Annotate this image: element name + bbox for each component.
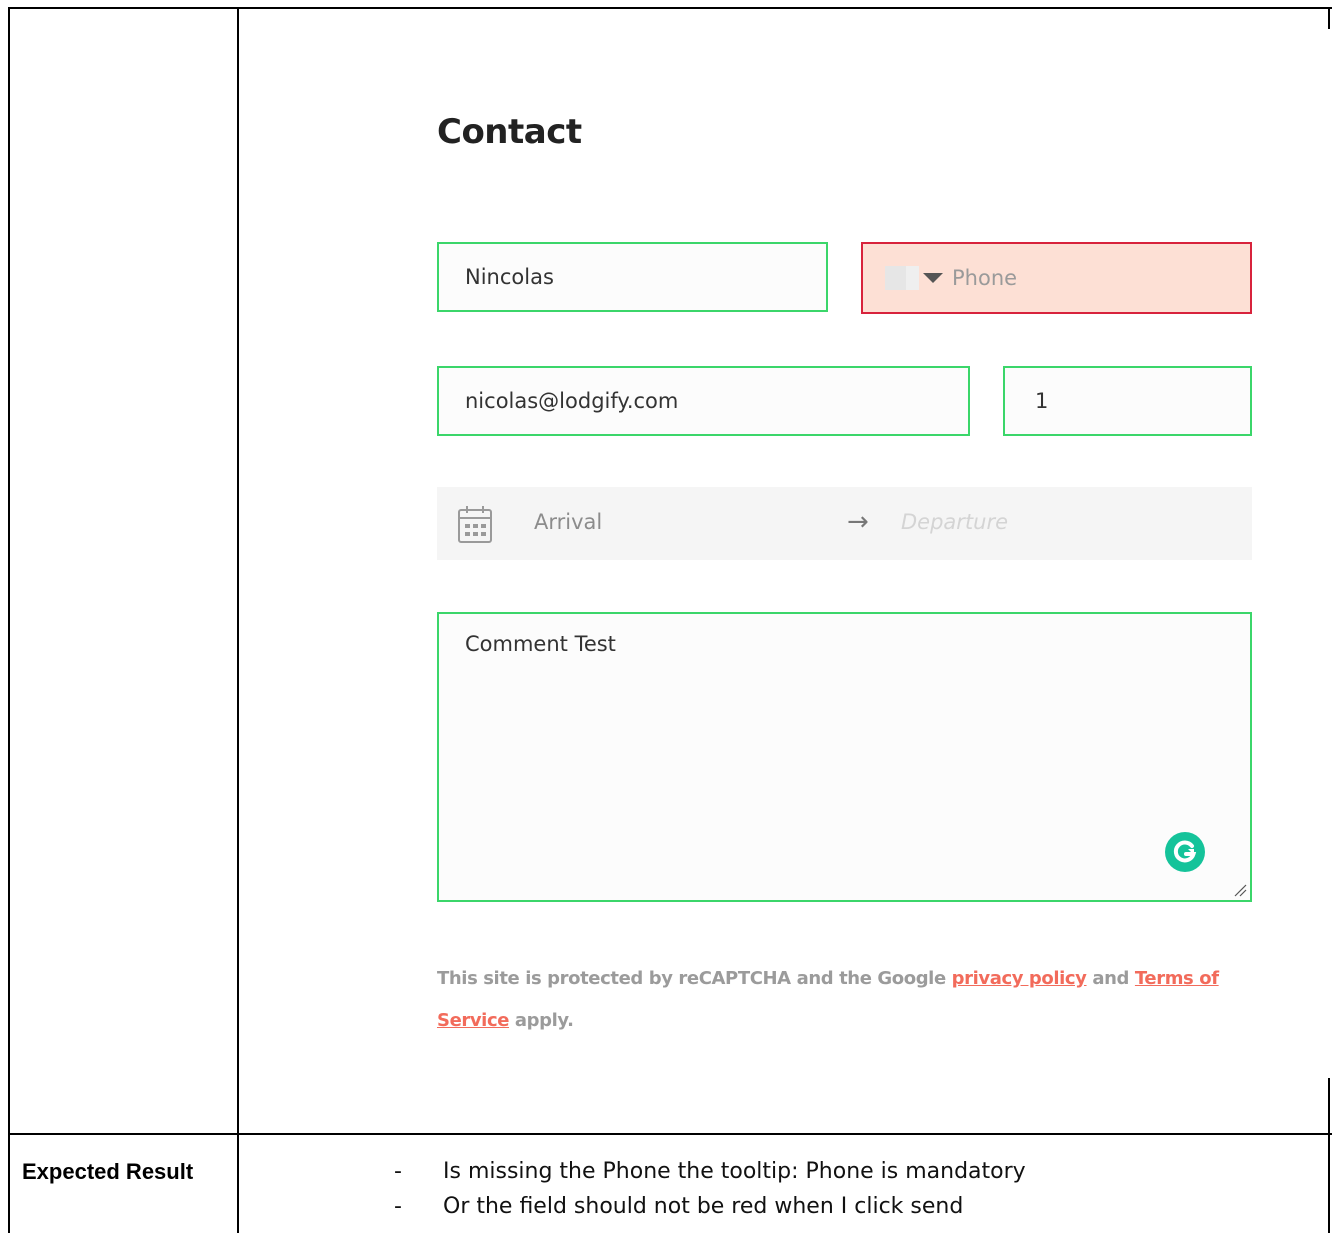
list-item-text: Is missing the Phone the tooltip: Phone … xyxy=(443,1159,1026,1184)
departure-placeholder[interactable]: Departure xyxy=(901,510,1008,534)
country-flag-icon[interactable] xyxy=(885,266,919,290)
comment-value: Comment Test xyxy=(465,632,616,656)
table-border-left xyxy=(8,7,10,1233)
guests-value: 1 xyxy=(1035,389,1049,413)
date-range-picker[interactable]: Arrival → Departure xyxy=(437,487,1252,560)
list-bullet: - xyxy=(394,1159,402,1184)
recaptcha-text: This site is protected by reCAPTCHA and … xyxy=(437,968,952,989)
phone-placeholder: Phone xyxy=(952,266,1018,290)
table-row-divider xyxy=(8,1133,1332,1135)
table-border-right-lower xyxy=(1328,1078,1330,1233)
email-field[interactable]: nicolas@lodgify.com xyxy=(437,366,970,436)
resize-handle-icon[interactable] xyxy=(1233,883,1247,897)
email-value: nicolas@lodgify.com xyxy=(465,389,679,413)
recaptcha-and: and xyxy=(1086,968,1135,989)
calendar-icon xyxy=(458,506,492,543)
arrival-placeholder[interactable]: Arrival xyxy=(534,510,602,534)
terms-link-line1[interactable]: Terms of xyxy=(1135,968,1219,989)
list-item-text: Or the field should not be red when I cl… xyxy=(443,1194,964,1219)
list-bullet: - xyxy=(394,1194,402,1219)
name-field[interactable]: Nincolas xyxy=(437,242,828,312)
recaptcha-notice: This site is protected by reCAPTCHA and … xyxy=(437,958,1237,1042)
guests-field[interactable]: 1 xyxy=(1003,366,1252,436)
comment-textarea[interactable]: Comment Test xyxy=(437,612,1252,902)
caret-down-icon[interactable] xyxy=(923,273,943,283)
privacy-policy-link[interactable]: privacy policy xyxy=(952,968,1087,989)
terms-link-line2[interactable]: Service xyxy=(437,1010,509,1031)
arrow-right-icon: → xyxy=(847,507,869,537)
name-value: Nincolas xyxy=(465,265,554,289)
table-border-top xyxy=(8,7,1332,9)
expected-result-label: Expected Result xyxy=(22,1159,194,1184)
table-column-divider xyxy=(237,7,239,1233)
phone-field[interactable]: Phone xyxy=(861,242,1252,314)
recaptcha-suffix: apply. xyxy=(509,1010,574,1031)
grammarly-icon[interactable] xyxy=(1165,832,1205,872)
page-title: Contact xyxy=(437,112,582,152)
table-border-right xyxy=(1328,7,1330,29)
